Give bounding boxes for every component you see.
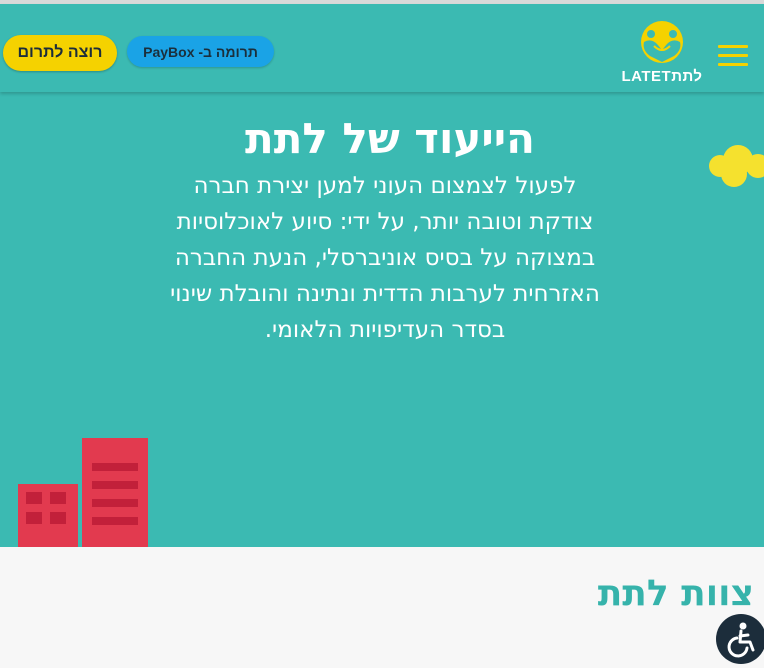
hamburger-icon[interactable] xyxy=(718,45,748,69)
site-logo[interactable]: LATETלתת xyxy=(618,20,706,90)
cloud-icon xyxy=(709,145,764,187)
donate-button[interactable]: רוצה לתרום xyxy=(3,35,117,71)
buildings-illustration-icon xyxy=(18,438,148,547)
site-header: רוצה לתרום תרומה ב- PayBox LATETלתת xyxy=(0,4,764,92)
team-section: צוות לתת xyxy=(0,547,764,656)
logo-heart-icon xyxy=(641,21,683,63)
mission-title: הייעוד של לתת xyxy=(245,114,535,163)
accessibility-icon[interactable] xyxy=(716,614,764,664)
mission-text: לפעול לצמצום העוני למען יצירת חברה צודקת… xyxy=(170,173,600,343)
logo-text: LATETלתת xyxy=(621,68,703,85)
mission-section: הייעוד של לתת לפעול לצמצום העוני למען יצ… xyxy=(0,92,764,547)
team-title: צוות לתת xyxy=(597,573,754,614)
paybox-donate-button[interactable]: תרומה ב- PayBox xyxy=(127,36,274,67)
wheelchair-icon xyxy=(727,622,755,658)
